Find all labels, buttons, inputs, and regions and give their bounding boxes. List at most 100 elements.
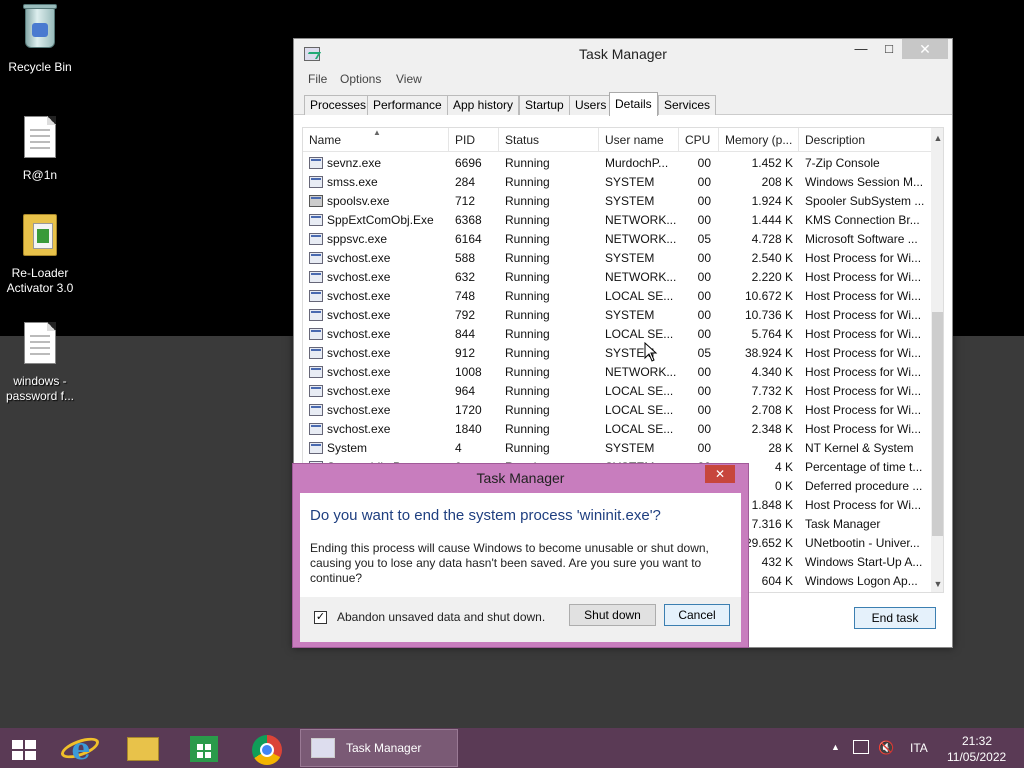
cell-user: NETWORK... bbox=[605, 232, 677, 246]
end-task-button[interactable]: End task bbox=[854, 607, 936, 629]
tab-startup[interactable]: Startup bbox=[519, 95, 570, 115]
table-row[interactable]: svchost.exe 964 Running LOCAL SE... 00 7.732 … bbox=[303, 382, 933, 401]
cell-name: svchost.exe bbox=[327, 384, 391, 398]
language-indicator[interactable]: ITA bbox=[910, 741, 928, 768]
cell-pid: 844 bbox=[455, 327, 476, 341]
desktop-icon-label: windows - password f... bbox=[5, 374, 75, 403]
taskbar-store[interactable] bbox=[175, 728, 235, 768]
column-header-cpu[interactable]: CPU bbox=[679, 128, 719, 152]
taskbar: e Task Manager ▲ 🔇 ITA 21:32 11/05/2022 bbox=[0, 728, 1024, 768]
cell-cpu: 00 bbox=[697, 175, 711, 189]
table-row[interactable]: spoolsv.exe 712 Running SYSTEM 00 1.924 K Spoo… bbox=[303, 192, 933, 211]
network-icon[interactable] bbox=[853, 740, 869, 754]
cell-user: LOCAL SE... bbox=[605, 327, 674, 341]
task-manager-icon bbox=[311, 738, 335, 758]
cell-desc: Host Process for Wi... bbox=[805, 365, 922, 379]
menu-file[interactable]: File bbox=[308, 72, 327, 86]
table-row[interactable]: svchost.exe 912 Running SYSTEM 05 38.924 K Hos… bbox=[303, 344, 933, 363]
minimize-button[interactable]: — bbox=[846, 39, 876, 59]
desktop-icon-r1n[interactable]: R@1n bbox=[0, 116, 80, 183]
desktop-icon-windows-password[interactable]: windows - password f... bbox=[0, 322, 80, 404]
cell-desc: Host Process for Wi... bbox=[805, 498, 922, 512]
mouse-cursor-icon bbox=[644, 342, 658, 362]
table-row[interactable]: smss.exe 284 Running SYSTEM 00 208 K Windows S… bbox=[303, 173, 933, 192]
maximize-button[interactable]: □ bbox=[874, 39, 904, 59]
cell-status: Running bbox=[505, 422, 550, 436]
table-row[interactable]: sevnz.exe 6696 Running MurdochP... 00 1.452 K… bbox=[303, 154, 933, 173]
tab-services[interactable]: Services bbox=[658, 95, 717, 115]
menu-bar: File Options View bbox=[294, 69, 952, 91]
table-row[interactable]: sppsvc.exe 6164 Running NETWORK... 05 4.728 K… bbox=[303, 230, 933, 249]
table-row[interactable]: svchost.exe 844 Running LOCAL SE... 00 5.764 … bbox=[303, 325, 933, 344]
table-row[interactable]: svchost.exe 588 Running SYSTEM 00 2.540 K Host… bbox=[303, 249, 933, 268]
show-hidden-icons-button[interactable]: ▲ bbox=[831, 742, 840, 768]
cell-user: SYSTEM bbox=[605, 346, 655, 360]
cell-name: System bbox=[327, 441, 368, 455]
abandon-data-checkbox[interactable]: ✓ bbox=[314, 611, 327, 624]
table-row[interactable]: svchost.exe 1720 Running LOCAL SE... 00 2.708… bbox=[303, 401, 933, 420]
end-process-dialog: Task Manager ✕ Do you want to end the sy… bbox=[292, 463, 749, 648]
table-row[interactable]: svchost.exe 1840 Running LOCAL SE... 00 2.348… bbox=[303, 420, 933, 439]
cell-status: Running bbox=[505, 346, 550, 360]
table-row[interactable]: svchost.exe 792 Running SYSTEM 00 10.736 K Hos… bbox=[303, 306, 933, 325]
process-icon bbox=[309, 423, 323, 435]
table-row[interactable]: svchost.exe 632 Running NETWORK... 00 2.220 K… bbox=[303, 268, 933, 287]
cell-mem: 4.340 K bbox=[751, 365, 793, 379]
vertical-scrollbar[interactable]: ▲ ▼ bbox=[931, 128, 943, 592]
cell-pid: 748 bbox=[455, 289, 476, 303]
close-button[interactable]: ✕ bbox=[902, 39, 948, 59]
tab-details[interactable]: Details bbox=[609, 92, 658, 116]
table-row[interactable]: System 4 Running SYSTEM 00 28 K NT Kernel & Sy… bbox=[303, 439, 933, 458]
menu-view[interactable]: View bbox=[396, 72, 422, 86]
cancel-button[interactable]: Cancel bbox=[664, 604, 730, 626]
column-header-memory[interactable]: Memory (p... bbox=[719, 128, 799, 152]
column-header-name[interactable]: Name ▲ bbox=[303, 128, 449, 152]
volume-muted-icon[interactable]: 🔇 bbox=[878, 740, 894, 768]
internet-explorer-icon: e bbox=[71, 732, 91, 767]
dialog-question: Do you want to end the system process 'w… bbox=[310, 507, 661, 524]
cell-desc: Host Process for Wi... bbox=[805, 327, 922, 341]
dialog-close-button[interactable]: ✕ bbox=[705, 465, 735, 483]
desktop-icon-reloader[interactable]: Re-Loader Activator 3.0 bbox=[0, 214, 80, 296]
scroll-thumb[interactable] bbox=[932, 312, 943, 536]
table-row[interactable]: svchost.exe 748 Running LOCAL SE... 00 10.672… bbox=[303, 287, 933, 306]
cell-desc: Windows Start-Up A... bbox=[805, 555, 923, 569]
table-row[interactable]: SppExtComObj.Exe 6368 Running NETWORK... 00 1… bbox=[303, 211, 933, 230]
scroll-down-icon[interactable]: ▼ bbox=[931, 576, 943, 592]
cell-cpu: 00 bbox=[697, 194, 711, 208]
taskbar-chrome[interactable] bbox=[237, 728, 297, 768]
menu-options[interactable]: Options bbox=[340, 72, 381, 86]
shut-down-button[interactable]: Shut down bbox=[569, 604, 656, 626]
tab-app-history[interactable]: App history bbox=[447, 95, 520, 115]
tab-users[interactable]: Users bbox=[569, 95, 613, 115]
cell-desc: Percentage of time t... bbox=[805, 460, 923, 474]
cell-name: svchost.exe bbox=[327, 270, 391, 284]
taskbar-task-label: Task Manager bbox=[346, 741, 422, 755]
cell-cpu: 00 bbox=[697, 308, 711, 322]
column-header-user[interactable]: User name bbox=[599, 128, 679, 152]
process-icon bbox=[309, 366, 323, 378]
cell-cpu: 05 bbox=[697, 232, 711, 246]
tab-processes[interactable]: Processes bbox=[304, 95, 373, 115]
taskbar-internet-explorer[interactable]: e bbox=[50, 728, 110, 768]
cell-cpu: 00 bbox=[697, 251, 711, 265]
cell-user: LOCAL SE... bbox=[605, 403, 674, 417]
title-bar[interactable]: Task Manager — □ ✕ bbox=[294, 39, 952, 69]
table-row[interactable]: svchost.exe 1008 Running NETWORK... 00 4.340 … bbox=[303, 363, 933, 382]
taskbar-file-explorer[interactable] bbox=[112, 728, 172, 768]
scroll-up-icon[interactable]: ▲ bbox=[931, 130, 943, 146]
desktop-icon-recycle-bin[interactable]: Recycle Bin bbox=[0, 4, 80, 75]
cell-status: Running bbox=[505, 441, 550, 455]
column-header-description[interactable]: Description bbox=[799, 128, 931, 152]
column-header-status[interactable]: Status bbox=[499, 128, 599, 152]
cell-cpu: 00 bbox=[697, 365, 711, 379]
clock-date[interactable]: 11/05/2022 bbox=[947, 750, 1006, 768]
taskbar-task-manager[interactable]: Task Manager bbox=[300, 729, 458, 767]
abandon-data-label[interactable]: Abandon unsaved data and shut down. bbox=[337, 610, 545, 624]
cell-desc: Windows Logon Ap... bbox=[805, 574, 918, 588]
column-header-pid[interactable]: PID bbox=[449, 128, 499, 152]
tab-performance[interactable]: Performance bbox=[367, 95, 448, 115]
cell-desc: Host Process for Wi... bbox=[805, 289, 922, 303]
cell-user: NETWORK... bbox=[605, 270, 677, 284]
process-icon bbox=[309, 347, 323, 359]
